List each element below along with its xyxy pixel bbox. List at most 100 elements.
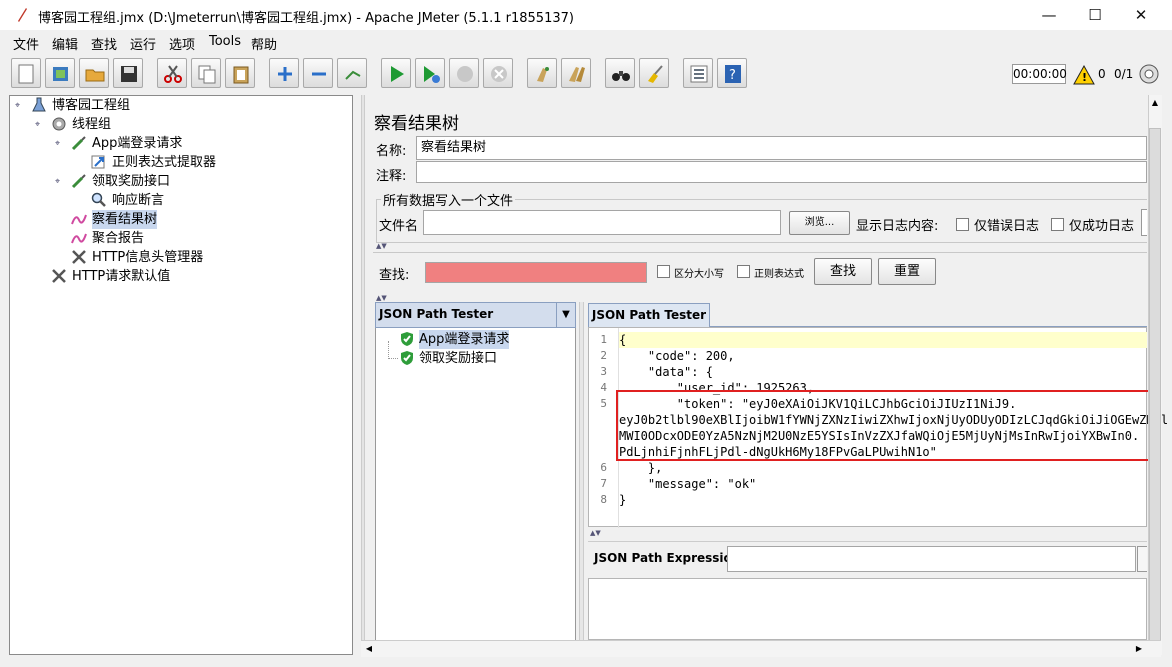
svg-text:!: ! bbox=[1082, 71, 1087, 84]
line-number: 1 bbox=[600, 333, 607, 346]
tree-node-app-login[interactable]: App端登录请求 bbox=[92, 134, 182, 153]
success-shield-icon bbox=[399, 331, 415, 347]
tree-node-aggregate-report[interactable]: 聚合报告 bbox=[92, 229, 144, 248]
name-field[interactable]: 察看结果树 bbox=[416, 136, 1147, 160]
json-path-result-area[interactable] bbox=[588, 578, 1147, 640]
expand-button[interactable] bbox=[269, 58, 299, 88]
line-number: 7 bbox=[600, 477, 607, 490]
new-button[interactable] bbox=[11, 58, 41, 88]
toolbar: ? 00:00:00 ! 0 0/1 bbox=[0, 55, 1172, 93]
start-no-pauses-button[interactable] bbox=[415, 58, 445, 88]
help-button[interactable]: ? bbox=[717, 58, 747, 88]
collapse-handle[interactable]: ⌖ bbox=[55, 177, 65, 187]
tree-node-regex-extractor[interactable]: 正则表达式提取器 bbox=[112, 153, 216, 172]
toggle-button[interactable] bbox=[337, 58, 367, 88]
splitter-arrows[interactable]: ▲▼ bbox=[376, 242, 406, 250]
scroll-left-arrow-icon[interactable]: ◀ bbox=[362, 642, 376, 656]
tree-node-test-plan[interactable]: 博客园工程组 bbox=[52, 96, 130, 115]
menu-help[interactable]: 帮助 bbox=[251, 34, 277, 53]
menu-edit[interactable]: 编辑 bbox=[52, 34, 78, 53]
collapse-handle[interactable]: ⌖ bbox=[55, 139, 65, 149]
maximize-button[interactable]: ☐ bbox=[1072, 0, 1118, 30]
result-item-app-login[interactable]: App端登录请求 bbox=[419, 330, 510, 349]
splitter-arrows[interactable]: ▲▼ bbox=[590, 529, 620, 537]
chevron-down-icon[interactable]: ▼ bbox=[556, 303, 575, 327]
search-button[interactable] bbox=[605, 58, 635, 88]
clear-all-button[interactable] bbox=[561, 58, 591, 88]
result-item-claim-reward[interactable]: 领取奖励接口 bbox=[419, 349, 497, 368]
panel-title: 察看结果树 bbox=[374, 114, 459, 134]
plus-icon bbox=[278, 67, 292, 81]
copy-button[interactable] bbox=[191, 58, 221, 88]
help-icon: ? bbox=[725, 65, 741, 83]
menu-search[interactable]: 查找 bbox=[91, 34, 117, 53]
cut-icon bbox=[164, 65, 182, 83]
close-button[interactable]: ✕ bbox=[1118, 0, 1164, 30]
renderer-select-value: JSON Path Tester bbox=[379, 307, 494, 321]
start-button[interactable] bbox=[381, 58, 411, 88]
reset-search-button[interactable] bbox=[639, 58, 669, 88]
templates-icon bbox=[53, 67, 68, 81]
toggle-icon bbox=[345, 70, 361, 80]
filename-field[interactable] bbox=[423, 210, 781, 235]
horizontal-scrollbar[interactable] bbox=[361, 640, 1161, 657]
collapse-handle[interactable]: ⌖ bbox=[15, 101, 25, 111]
line-number: 8 bbox=[600, 493, 607, 506]
tree-node-thread-group[interactable]: 线程组 bbox=[72, 115, 111, 134]
case-sensitive-checkbox[interactable] bbox=[657, 265, 670, 278]
menu-options[interactable]: 选项 bbox=[169, 34, 195, 53]
json-path-expression-input[interactable] bbox=[727, 546, 1136, 572]
line-number: 2 bbox=[600, 349, 607, 362]
binoculars-icon bbox=[612, 71, 630, 81]
scroll-up-arrow-icon[interactable]: ▲ bbox=[1148, 96, 1162, 110]
search-input[interactable] bbox=[425, 262, 647, 283]
results-split-divider[interactable] bbox=[579, 302, 584, 640]
file-section-title: 所有数据写入一个文件 bbox=[381, 190, 516, 209]
comment-field[interactable] bbox=[416, 161, 1147, 183]
open-button[interactable] bbox=[79, 58, 109, 88]
menu-file[interactable]: 文件 bbox=[13, 34, 39, 53]
filename-label: 文件名 bbox=[379, 219, 419, 234]
browse-button[interactable]: 浏览... bbox=[789, 211, 850, 235]
splitter-arrows[interactable]: ▲▼ bbox=[376, 294, 406, 302]
configure-button-edge[interactable] bbox=[1141, 209, 1147, 236]
shutdown-button[interactable] bbox=[483, 58, 513, 88]
listener-graph-icon bbox=[71, 211, 87, 227]
errors-only-checkbox[interactable] bbox=[956, 218, 969, 231]
code-line: "data": { bbox=[619, 365, 713, 379]
json-path-test-button-edge[interactable] bbox=[1137, 546, 1147, 572]
scroll-right-arrow-icon[interactable]: ▶ bbox=[1132, 642, 1146, 656]
stop-button[interactable] bbox=[449, 58, 479, 88]
clear-button[interactable] bbox=[527, 58, 557, 88]
tree-node-http-defaults[interactable]: HTTP请求默认值 bbox=[72, 267, 170, 286]
warning-count: 0 bbox=[1098, 67, 1106, 81]
tree-connector bbox=[388, 341, 398, 359]
test-plan-flask-icon bbox=[31, 97, 47, 113]
cut-button[interactable] bbox=[157, 58, 187, 88]
tab-json-path-tester[interactable]: JSON Path Tester bbox=[588, 303, 710, 327]
reset-button[interactable]: 重置 bbox=[878, 258, 936, 285]
save-button[interactable] bbox=[113, 58, 143, 88]
tree-node-header-manager[interactable]: HTTP信息头管理器 bbox=[92, 248, 203, 267]
collapse-button[interactable] bbox=[303, 58, 333, 88]
split-divider[interactable] bbox=[361, 95, 365, 655]
menu-run[interactable]: 运行 bbox=[130, 34, 156, 53]
thread-count: 0/1 bbox=[1114, 67, 1134, 81]
regex-checkbox[interactable] bbox=[737, 265, 750, 278]
svg-text:?: ? bbox=[729, 68, 736, 83]
collapse-handle[interactable]: ⌖ bbox=[35, 120, 45, 130]
warning-icon[interactable]: ! bbox=[1073, 64, 1095, 85]
function-helper-button[interactable] bbox=[683, 58, 713, 88]
search-submit-button[interactable]: 查找 bbox=[814, 258, 872, 285]
code-line: { bbox=[619, 333, 627, 347]
success-only-checkbox[interactable] bbox=[1051, 218, 1064, 231]
tree-node-response-assertion[interactable]: 响应断言 bbox=[112, 191, 164, 210]
list-icon bbox=[690, 65, 708, 83]
paste-button[interactable] bbox=[225, 58, 255, 88]
tree-node-view-results-tree[interactable]: 察看结果树 bbox=[92, 210, 158, 229]
minimize-button[interactable]: — bbox=[1026, 0, 1072, 30]
vertical-scrollbar-thumb[interactable] bbox=[1149, 128, 1161, 648]
tree-node-claim-reward[interactable]: 领取奖励接口 bbox=[92, 172, 170, 191]
templates-button[interactable] bbox=[45, 58, 75, 88]
menu-tools[interactable]: Tools bbox=[209, 34, 241, 49]
